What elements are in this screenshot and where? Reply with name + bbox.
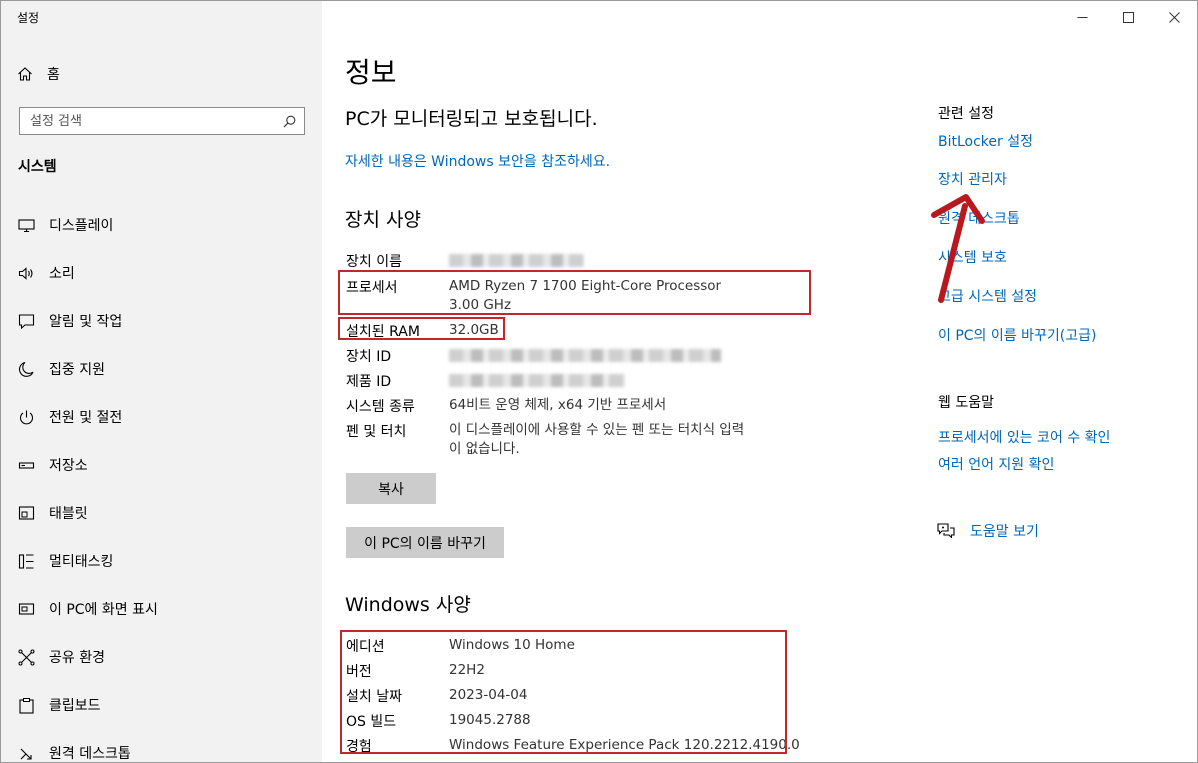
project-icon xyxy=(18,602,35,615)
sidebar-item-notifications[interactable]: 알림 및 작업 xyxy=(1,297,322,345)
multitasking-icon xyxy=(18,553,34,569)
share-icon xyxy=(18,649,35,665)
app-title: 설정 xyxy=(17,11,40,25)
system-type-label: 시스템 종류 xyxy=(346,399,415,415)
close-button[interactable] xyxy=(1151,1,1197,33)
edition-label: 에디션 xyxy=(346,639,385,655)
device-id-label: 장치 ID xyxy=(346,349,392,365)
window-controls xyxy=(1059,1,1197,33)
notification-icon xyxy=(18,313,35,329)
sidebar-item-multitasking[interactable]: 멀티태스킹 xyxy=(1,537,322,585)
processor-label: 프로세서 xyxy=(346,280,398,296)
sidebar-item-label: 저장소 xyxy=(49,458,88,474)
power-icon xyxy=(19,410,34,424)
ram-label: 설치된 RAM xyxy=(346,324,420,340)
tablet-icon xyxy=(18,505,35,520)
moon-icon xyxy=(19,361,34,377)
remote-desktop-icon xyxy=(20,748,32,760)
rename-pc-button[interactable]: 이 PC의 이름 바꾸기 xyxy=(346,527,504,558)
get-help-link[interactable]: 도움말 보기 xyxy=(970,521,1039,541)
settings-window: 설정 홈 시스템 디스플레이 소리 알림 및 작업 xyxy=(0,0,1198,763)
minimize-icon xyxy=(1077,16,1087,18)
sidebar-item-label: 원격 데스크톱 xyxy=(49,746,131,762)
related-settings-heading: 관련 설정 xyxy=(938,106,994,122)
clipboard-icon xyxy=(19,697,34,714)
windows-security-link[interactable]: 자세한 내용은 Windows 보안을 참조하세요. xyxy=(345,151,610,171)
install-date-label: 설치 날짜 xyxy=(346,689,402,705)
sidebar-item-sound[interactable]: 소리 xyxy=(1,249,322,297)
sidebar-item-remote-desktop[interactable]: 원격 데스크톱 xyxy=(1,729,322,762)
processor-value-line2: 3.00 GHz xyxy=(449,297,512,313)
close-icon xyxy=(1168,11,1180,23)
sidebar-item-label: 집중 지원 xyxy=(49,362,105,378)
sidebar-item-shared-experiences[interactable]: 공유 환경 xyxy=(1,633,322,681)
sidebar-item-tablet[interactable]: 태블릿 xyxy=(1,489,322,537)
sidebar-item-label: 알림 및 작업 xyxy=(49,314,123,330)
sidebar: 설정 홈 시스템 디스플레이 소리 알림 및 작업 xyxy=(1,1,322,762)
web-help-heading: 웹 도움말 xyxy=(938,395,994,411)
sidebar-item-project[interactable]: 이 PC에 화면 표시 xyxy=(1,585,322,633)
processor-value-line1: AMD Ryzen 7 1700 Eight-Core Processor xyxy=(449,278,722,294)
monitor-icon xyxy=(18,218,35,232)
pen-touch-value-line2: 이 없습니다. xyxy=(449,441,520,457)
install-date-value: 2023-04-04 xyxy=(449,687,528,703)
rename-pc-advanced-link[interactable]: 이 PC의 이름 바꾸기(고급) xyxy=(938,325,1096,345)
experience-value: Windows Feature Experience Pack 120.2212… xyxy=(449,737,800,753)
search-box[interactable] xyxy=(19,107,305,135)
system-type-value: 64비트 운영 체제, x64 기반 프로세서 xyxy=(449,397,667,413)
device-id-value-redacted xyxy=(449,349,721,362)
main-content: 정보 PC가 모니터링되고 보호됩니다. 자세한 내용은 Windows 보안을… xyxy=(322,1,1197,762)
processor-cores-link[interactable]: 프로세서에 있는 코어 수 확인 xyxy=(938,427,1110,447)
version-value: 22H2 xyxy=(449,662,485,678)
bitlocker-link[interactable]: BitLocker 설정 xyxy=(938,131,1033,151)
device-name-value-redacted xyxy=(449,254,584,267)
minimize-button[interactable] xyxy=(1059,1,1105,33)
os-build-label: OS 빌드 xyxy=(346,714,397,730)
page-title: 정보 xyxy=(345,56,397,89)
sidebar-item-label: 디스플레이 xyxy=(49,218,114,234)
section-label-system: 시스템 xyxy=(18,159,57,175)
sidebar-item-label: 전원 및 절전 xyxy=(49,410,123,426)
sidebar-item-label: 소리 xyxy=(49,266,75,282)
copy-button[interactable]: 복사 xyxy=(346,473,436,504)
sidebar-item-storage[interactable]: 저장소 xyxy=(1,441,322,489)
device-spec-heading: 장치 사양 xyxy=(345,209,421,231)
sidebar-item-power[interactable]: 전원 및 절전 xyxy=(1,393,322,441)
edition-value: Windows 10 Home xyxy=(449,637,575,653)
home-nav-item[interactable]: 홈 xyxy=(17,63,60,85)
version-label: 버전 xyxy=(346,664,372,680)
maximize-button[interactable] xyxy=(1105,1,1151,33)
windows-spec-heading: Windows 사양 xyxy=(345,594,471,616)
sidebar-item-label: 공유 환경 xyxy=(49,650,105,666)
maximize-icon xyxy=(1122,11,1134,23)
home-label: 홈 xyxy=(47,67,60,83)
sidebar-item-display[interactable]: 디스플레이 xyxy=(1,201,322,249)
sidebar-item-label: 태블릿 xyxy=(49,506,88,522)
device-name-label: 장치 이름 xyxy=(346,254,402,270)
pen-touch-value-line1: 이 디스플레이에 사용할 수 있는 펜 또는 터치식 입력 xyxy=(449,422,745,438)
product-id-value-redacted xyxy=(449,374,625,387)
sidebar-item-focus-assist[interactable]: 집중 지원 xyxy=(1,345,322,393)
os-build-value: 19045.2788 xyxy=(449,712,531,728)
home-icon xyxy=(18,67,32,81)
sidebar-item-label: 클립보드 xyxy=(49,698,101,714)
sidebar-item-clipboard[interactable]: 클립보드 xyxy=(1,681,322,729)
annotation-arrow-icon xyxy=(931,194,985,303)
sidebar-item-label: 이 PC에 화면 표시 xyxy=(49,602,158,618)
language-support-link[interactable]: 여러 언어 지원 확인 xyxy=(938,454,1054,474)
storage-icon xyxy=(18,461,35,469)
help-chat-icon[interactable] xyxy=(937,522,955,538)
search-input[interactable] xyxy=(30,113,270,129)
sidebar-item-label: 멀티태스킹 xyxy=(49,554,114,570)
product-id-label: 제품 ID xyxy=(346,374,392,390)
ram-value: 32.0GB xyxy=(449,322,499,338)
protection-status-text: PC가 모니터링되고 보호됩니다. xyxy=(345,108,598,130)
experience-label: 경험 xyxy=(346,739,372,755)
pen-touch-label: 펜 및 터치 xyxy=(346,424,407,440)
sidebar-nav-list: 디스플레이 소리 알림 및 작업 집중 지원 전원 및 절전 저장소 태블릿 멀… xyxy=(1,201,322,762)
search-icon[interactable] xyxy=(283,115,296,128)
speaker-icon xyxy=(18,266,33,280)
